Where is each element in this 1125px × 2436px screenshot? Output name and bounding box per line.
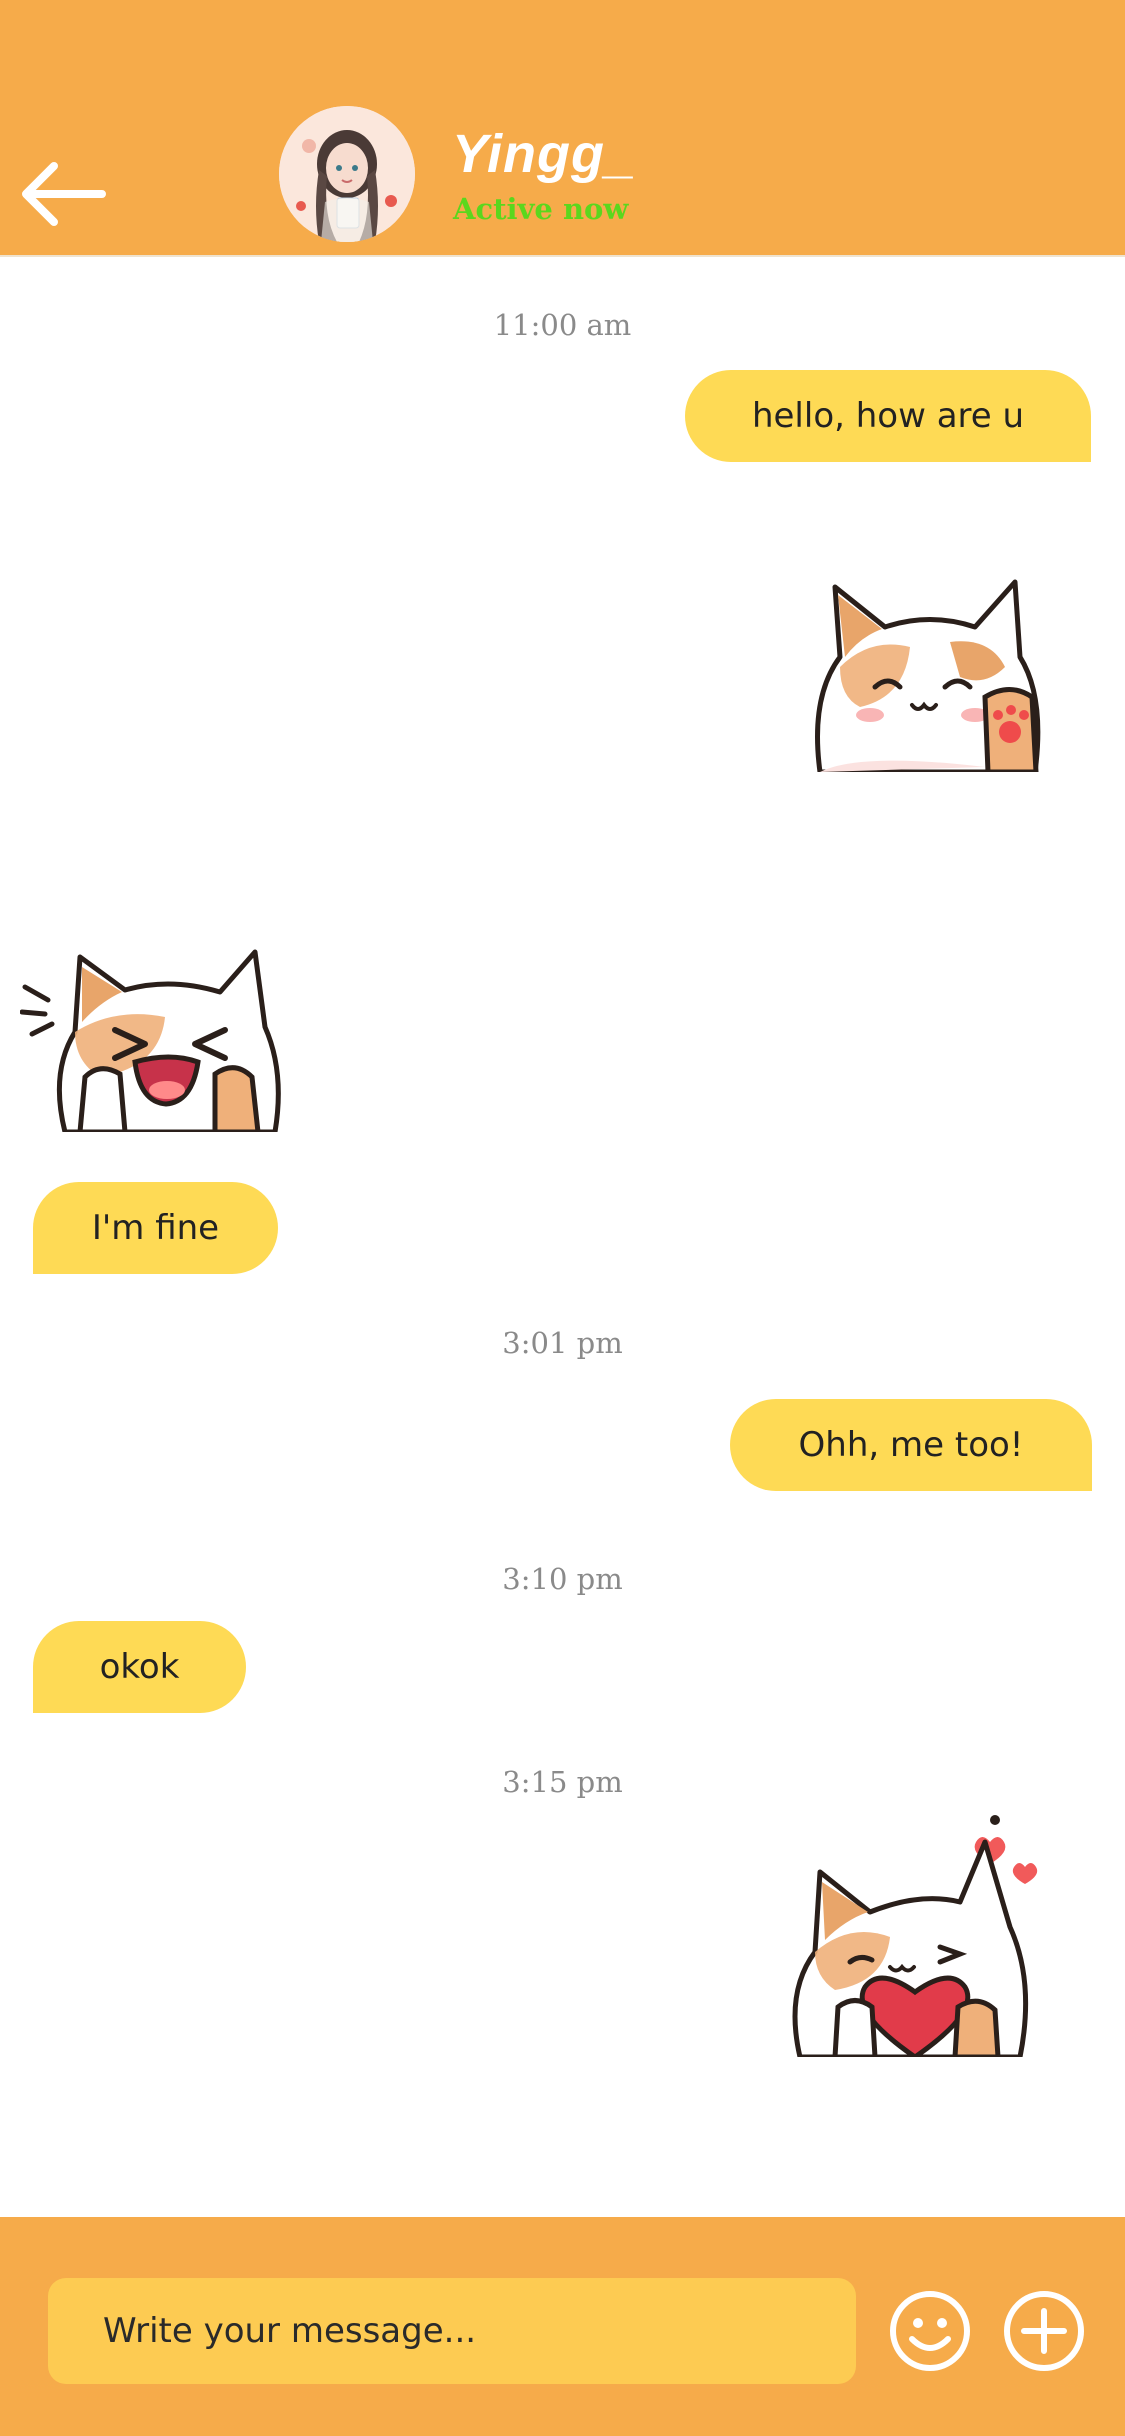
- plus-icon: [1004, 2291, 1084, 2371]
- timestamp: 3:01 pm: [502, 1326, 623, 1360]
- message-list: 11:00 am hello, how are u I'm fine 3:01 …: [0, 257, 1125, 2217]
- message-bubble-outgoing[interactable]: Ohh, me too!: [730, 1399, 1092, 1491]
- message-text: hello, how are u: [751, 396, 1025, 436]
- message-input[interactable]: [48, 2278, 856, 2384]
- emoji-button[interactable]: [888, 2289, 972, 2373]
- arrow-left-icon: [22, 162, 106, 226]
- timestamp: 11:00 am: [493, 308, 632, 342]
- avatar[interactable]: [279, 106, 415, 242]
- message-composer: [0, 2217, 1125, 2436]
- contact-name: Yingg_: [452, 124, 637, 184]
- message-text: I'm fine: [91, 1208, 220, 1248]
- message-text: okok: [99, 1647, 180, 1687]
- cat-waving-sticker-icon: [815, 579, 1041, 775]
- chat-header: Yingg_ Active now: [0, 0, 1125, 257]
- message-bubble-outgoing[interactable]: hello, how are u: [685, 370, 1091, 462]
- status-text: Active now: [453, 192, 629, 226]
- timestamp: 3:10 pm: [502, 1562, 623, 1596]
- message-text: Ohh, me too!: [798, 1425, 1024, 1465]
- sticker-cat-waving[interactable]: [800, 547, 1060, 775]
- cat-heart-sticker-icon: [792, 1815, 1038, 2061]
- message-bubble-incoming[interactable]: I'm fine: [33, 1182, 278, 1274]
- back-button[interactable]: [18, 160, 106, 228]
- avatar-image: [279, 106, 415, 242]
- sticker-cat-heart[interactable]: [780, 1812, 1050, 2061]
- message-bubble-incoming[interactable]: okok: [33, 1621, 246, 1713]
- sticker-cat-excited[interactable]: [19, 912, 290, 1135]
- smiley-icon: [890, 2291, 970, 2371]
- timestamp: 3:15 pm: [502, 1765, 623, 1799]
- add-button[interactable]: [1002, 2289, 1086, 2373]
- cat-excited-sticker-icon: [19, 949, 281, 1135]
